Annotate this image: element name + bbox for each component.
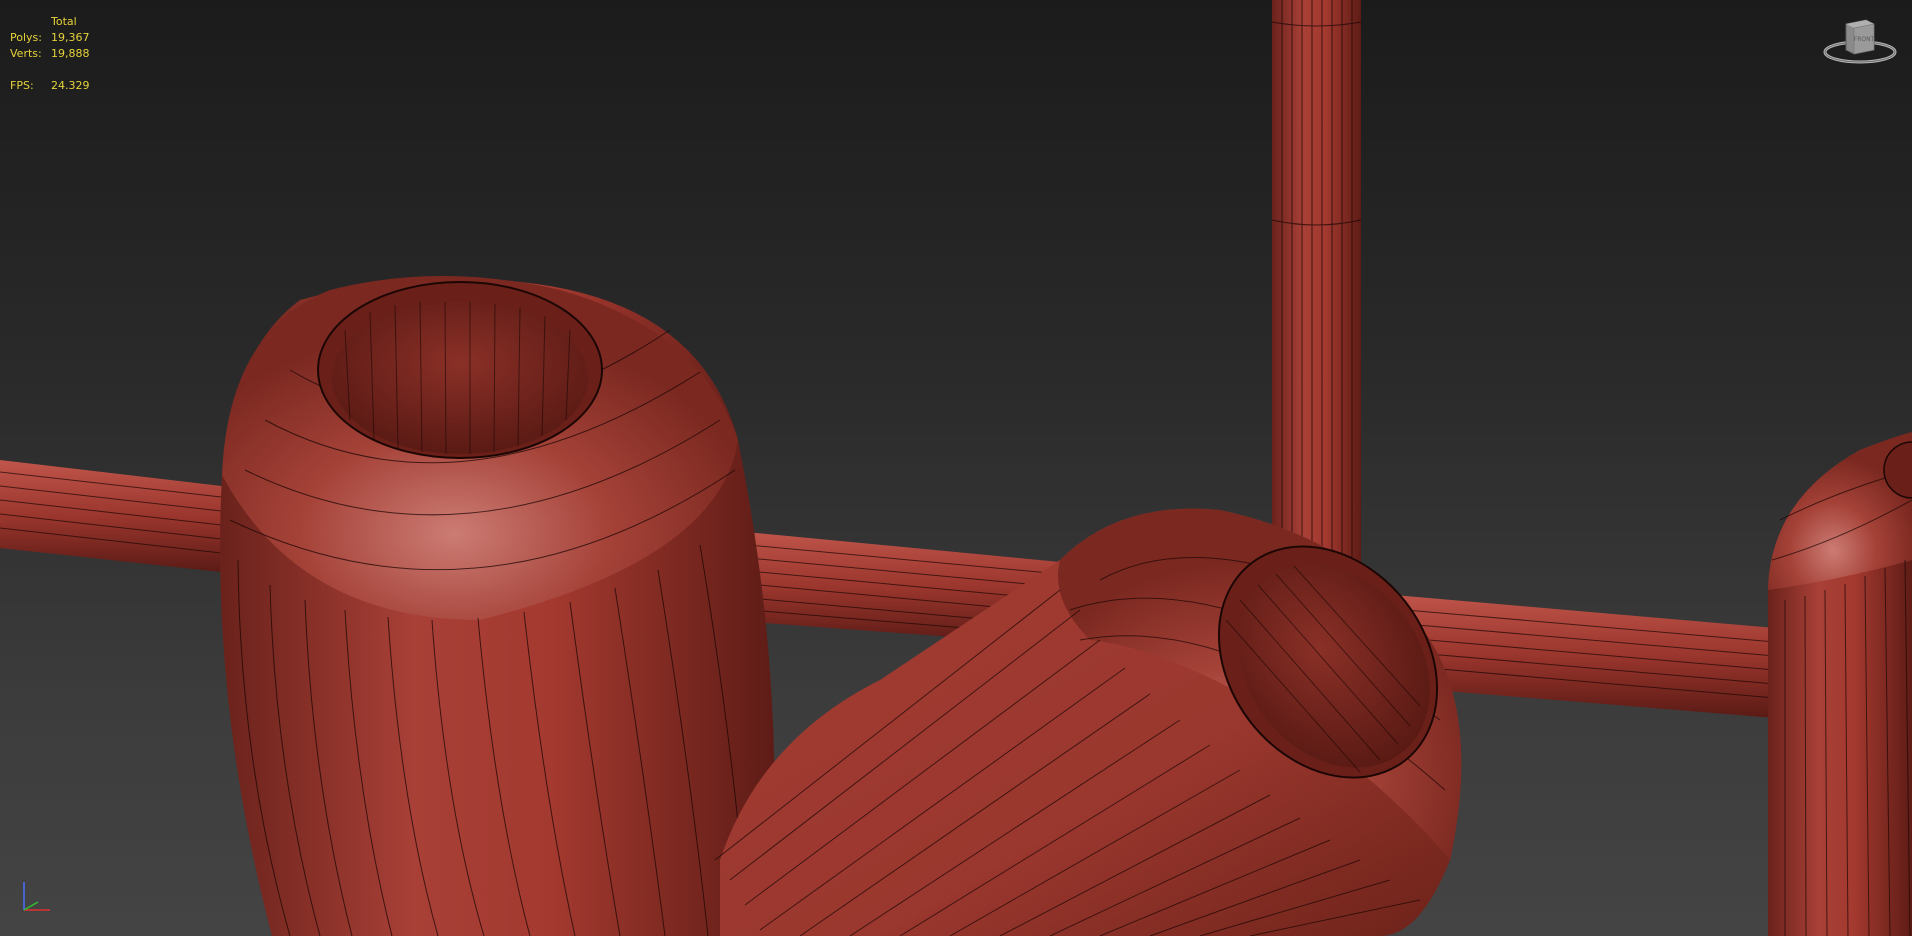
axis-gizmo bbox=[23, 882, 50, 911]
fps-value: 24.329 bbox=[51, 79, 90, 92]
polys-label: Polys: bbox=[10, 31, 42, 44]
verts-label: Verts: bbox=[10, 47, 42, 60]
viewcube[interactable]: FRONT bbox=[1822, 14, 1898, 70]
y-axis-icon bbox=[23, 901, 39, 911]
verts-value: 19,888 bbox=[51, 47, 90, 60]
viewcube-face-label[interactable]: FRONT bbox=[1854, 36, 1875, 43]
polys-value: 19,367 bbox=[51, 31, 90, 44]
viewport-statistics: Total Polys: 19,367 Verts: 19,888 FPS: 24.3… bbox=[10, 14, 90, 94]
left-horizontal-bar[interactable] bbox=[0, 460, 231, 573]
scene-render[interactable] bbox=[0, 0, 1912, 936]
right-edge-cylinder[interactable] bbox=[1768, 432, 1912, 936]
fps-label: FPS: bbox=[10, 79, 34, 92]
perspective-viewport[interactable]: Total Polys: 19,367 Verts: 19,888 FPS: 24.3… bbox=[0, 0, 1912, 936]
vertical-pole[interactable] bbox=[1271, 0, 1362, 590]
stats-header: Total bbox=[51, 15, 77, 28]
left-upright-cylinder[interactable] bbox=[220, 276, 775, 936]
